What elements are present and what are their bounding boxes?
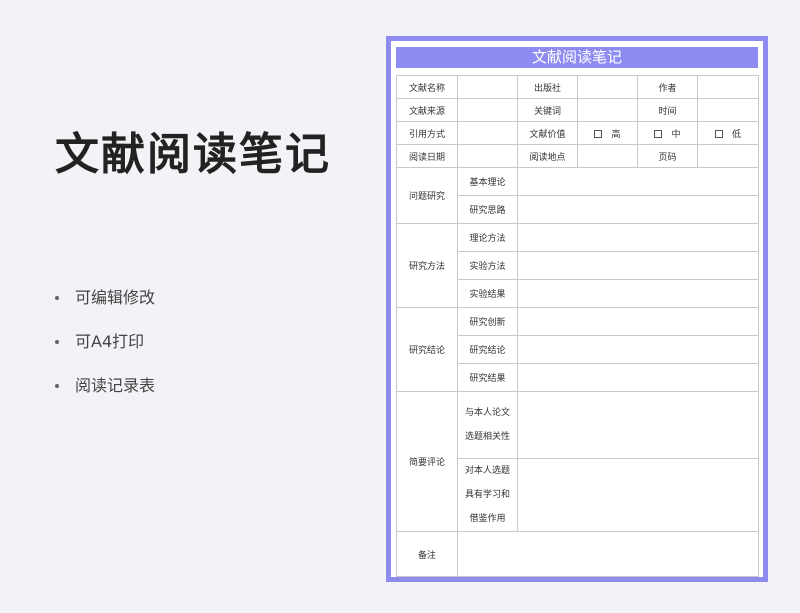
field-experiment-method[interactable] [517, 251, 759, 280]
feature-label: 可编辑修改 [75, 288, 156, 307]
item-label-line: 对本人选题 [464, 466, 510, 476]
checkbox-icon[interactable] [714, 129, 723, 138]
feature-item: 阅读记录表 [55, 375, 155, 419]
checkbox-icon[interactable] [594, 129, 603, 138]
field-keywords[interactable] [577, 98, 638, 122]
item-label: 研究结论 [457, 335, 518, 364]
table-row: 文献名称 出版社 作者 [396, 75, 759, 99]
label-remarks: 备注 [396, 531, 458, 577]
field-reference-value[interactable] [517, 458, 759, 532]
field-research-result[interactable] [517, 363, 759, 392]
reading-note-table: 文献名称 出版社 作者 文献来源 关键词 时间 引用方式 文献价值 高 中 低 … [396, 75, 759, 577]
label-publisher: 出版社 [517, 75, 578, 99]
option-label: 高 [611, 129, 621, 140]
bullet-icon [55, 384, 59, 388]
label-citation: 引用方式 [396, 121, 458, 145]
label-doc-name: 文献名称 [396, 75, 458, 99]
item-label-reference-value: 对本人选题 具有学习和 借鉴作用 [457, 458, 518, 532]
label-read-date: 阅读日期 [396, 144, 458, 168]
label-time: 时间 [637, 98, 698, 122]
field-doc-source[interactable] [457, 98, 518, 122]
field-read-place[interactable] [577, 144, 638, 168]
table-row: 问题研究 基本理论 [396, 167, 759, 224]
section-label-review: 简要评论 [396, 391, 458, 532]
item-label: 基本理论 [457, 167, 518, 196]
feature-list: 可编辑修改 可A4打印 阅读记录表 [55, 287, 155, 419]
field-citation[interactable] [457, 121, 518, 145]
table-row: 阅读日期 阅读地点 页码 [396, 144, 759, 168]
table-row: 备注 [396, 531, 759, 577]
document-sheet: 文献阅读笔记 文献名称 出版社 作者 文献来源 关键词 时间 引用方式 文献价值… [386, 36, 768, 582]
field-innovation[interactable] [517, 307, 759, 336]
section-label-problem: 问题研究 [396, 167, 458, 224]
bullet-icon [55, 296, 59, 300]
field-time[interactable] [697, 98, 759, 122]
option-label: 低 [731, 129, 741, 140]
field-conclusion[interactable] [517, 335, 759, 364]
field-page[interactable] [697, 144, 759, 168]
item-label-line: 具有学习和 [464, 490, 510, 500]
table-row: 文献来源 关键词 时间 [396, 98, 759, 122]
item-label-line: 与本人论文 [464, 408, 510, 418]
item-label: 研究创新 [457, 307, 518, 336]
field-read-date[interactable] [457, 144, 518, 168]
label-doc-value: 文献价值 [517, 121, 578, 145]
section-label-method: 研究方法 [396, 223, 458, 308]
item-label-line: 借鉴作用 [469, 514, 506, 524]
field-remarks[interactable] [457, 531, 759, 577]
field-research-approach[interactable] [517, 195, 759, 224]
field-experiment-result[interactable] [517, 279, 759, 308]
item-label: 实验方法 [457, 251, 518, 280]
label-page: 页码 [637, 144, 698, 168]
option-label: 中 [671, 129, 681, 140]
field-basic-theory[interactable] [517, 167, 759, 196]
table-row: 引用方式 文献价值 高 中 低 [396, 121, 759, 145]
label-doc-source: 文献来源 [396, 98, 458, 122]
item-label-relevance: 与本人论文 选题相关性 [457, 391, 518, 459]
field-relevance[interactable] [517, 391, 759, 459]
table-row: 研究方法 理论方法 [396, 223, 759, 308]
promo-title: 文献阅读笔记 [55, 129, 331, 180]
item-label: 研究结果 [457, 363, 518, 392]
label-read-place: 阅读地点 [517, 144, 578, 168]
feature-label: 阅读记录表 [75, 376, 156, 395]
value-option-high[interactable]: 高 [577, 121, 638, 145]
feature-item: 可A4打印 [55, 331, 155, 375]
field-doc-name[interactable] [457, 75, 518, 99]
field-author[interactable] [697, 75, 759, 99]
label-keywords: 关键词 [517, 98, 578, 122]
label-author: 作者 [637, 75, 698, 99]
item-label: 研究思路 [457, 195, 518, 224]
item-label-line: 选题相关性 [464, 432, 510, 442]
item-label: 实验结果 [457, 279, 518, 308]
value-option-mid[interactable]: 中 [637, 121, 698, 145]
bullet-icon [55, 340, 59, 344]
section-label-conclusion: 研究结论 [396, 307, 458, 392]
value-option-low[interactable]: 低 [697, 121, 759, 145]
table-row: 简要评论 与本人论文 选题相关性 [396, 391, 759, 532]
document-title: 文献阅读笔记 [396, 47, 758, 68]
feature-item: 可编辑修改 [55, 287, 155, 331]
field-theory-method[interactable] [517, 223, 759, 252]
item-label: 理论方法 [457, 223, 518, 252]
field-publisher[interactable] [577, 75, 638, 99]
feature-label: 可A4打印 [75, 332, 145, 351]
checkbox-icon[interactable] [654, 129, 663, 138]
table-row: 研究结论 研究创新 [396, 307, 759, 392]
